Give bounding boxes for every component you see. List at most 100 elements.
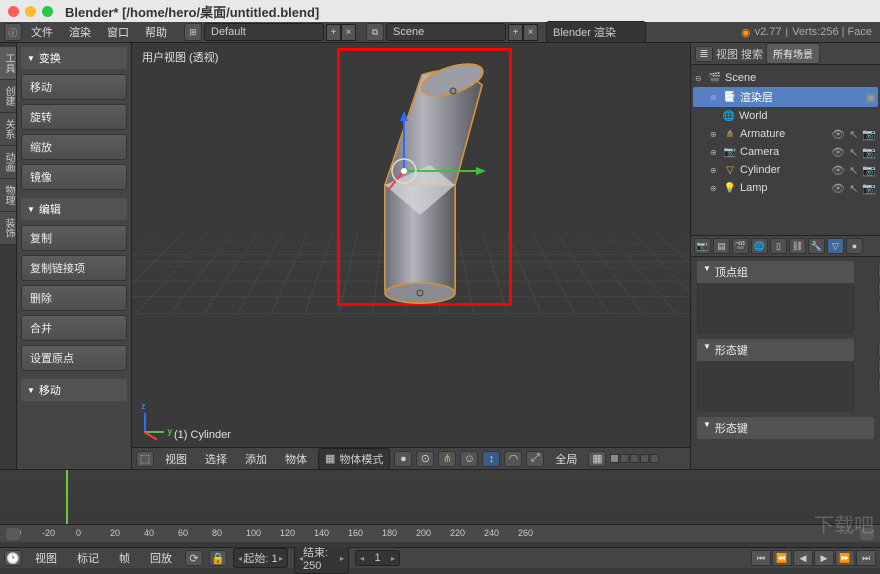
- tree-item-renderlayers[interactable]: ⊕ 📑 渲染层 ▣: [693, 87, 878, 107]
- mesh-cylinder[interactable]: [350, 55, 510, 318]
- tl-menu-view[interactable]: 视图: [28, 548, 64, 568]
- sync-icon[interactable]: ⟳: [185, 550, 203, 566]
- tab-tools[interactable]: 工具: [0, 47, 16, 80]
- prop-tab-scene[interactable]: 🎬: [732, 238, 749, 254]
- outliner-view-menu[interactable]: 视图: [716, 46, 738, 62]
- monkey-icon[interactable]: ☺: [460, 451, 478, 467]
- layout-delete-button[interactable]: ×: [341, 24, 356, 41]
- prop-tab-material[interactable]: ●: [846, 238, 863, 254]
- maximize-icon[interactable]: [42, 6, 53, 17]
- editor-type-icon[interactable]: ⓘ: [4, 23, 22, 41]
- eye-icon[interactable]: 👁: [831, 182, 845, 195]
- jump-start-button[interactable]: ⏮: [751, 550, 771, 566]
- cursor-icon[interactable]: ↖: [849, 146, 858, 159]
- tab-grease[interactable]: 装饰: [0, 212, 16, 245]
- close-icon[interactable]: [8, 6, 19, 17]
- shape-keys-list[interactable]: [697, 361, 854, 411]
- manipulator-scale-icon[interactable]: ⤢: [526, 451, 544, 467]
- rotate-button[interactable]: 旋转: [21, 104, 127, 130]
- prop-tab-modifiers[interactable]: 🔧: [808, 238, 825, 254]
- render-engine-dropdown[interactable]: Blender 渲染: [546, 21, 646, 43]
- screen-layout-dropdown[interactable]: Default: [204, 23, 324, 41]
- timeline-track[interactable]: [0, 470, 880, 524]
- render-icon[interactable]: 📷: [862, 128, 876, 141]
- tree-item-lamp[interactable]: ⊕ 💡 Lamp 👁↖📷: [693, 179, 878, 197]
- set-origin-button[interactable]: 设置原点: [21, 345, 127, 371]
- tree-item-camera[interactable]: ⊕ 📷 Camera 👁↖📷: [693, 143, 878, 161]
- layers-icon[interactable]: ▦: [588, 451, 606, 467]
- pivot-icon[interactable]: ⊙: [416, 451, 434, 467]
- prop-tab-render[interactable]: 📷: [694, 238, 711, 254]
- scene-add-button[interactable]: +: [508, 24, 523, 41]
- prop-tab-object[interactable]: ▯: [770, 238, 787, 254]
- manipulator-translate-icon[interactable]: ↕: [482, 451, 500, 467]
- keyframe-prev-button[interactable]: ⏪: [772, 550, 792, 566]
- timeline-editor-icon[interactable]: 🕐: [4, 550, 22, 566]
- outliner-editor-icon[interactable]: ≣: [695, 46, 713, 62]
- tree-item-armature[interactable]: ⊕ ⋔ Armature 👁↖📷: [693, 125, 878, 143]
- tab-create[interactable]: 创建: [0, 80, 16, 113]
- timeline-ruler[interactable]: -40 -20 0 20 40 60 80 100 120 140 160 18…: [0, 524, 880, 542]
- eye-icon[interactable]: 👁: [831, 164, 845, 177]
- history-section-header[interactable]: 移动: [21, 379, 127, 401]
- render-icon[interactable]: 📷: [862, 164, 876, 177]
- tl-menu-playback[interactable]: 回放: [143, 548, 179, 568]
- outliner-tree[interactable]: ⊖🎬 Scene ⊕ 📑 渲染层 ▣ 🌐 World ⊕ ⋔ Armature …: [691, 65, 880, 235]
- orientation-dropdown[interactable]: 全局: [548, 449, 584, 469]
- bone-icon[interactable]: ⋔: [438, 451, 456, 467]
- shape-keys-header-2[interactable]: 形态键: [697, 417, 874, 439]
- hscroll-grip[interactable]: [6, 528, 20, 540]
- vp-menu-object[interactable]: 物体: [278, 449, 314, 469]
- prop-tab-data[interactable]: ▽: [827, 238, 844, 254]
- menu-help[interactable]: 帮助: [138, 22, 174, 42]
- keyframe-next-button[interactable]: ⏩: [835, 550, 855, 566]
- lock-icon[interactable]: 🔒: [209, 550, 227, 566]
- tab-physics[interactable]: 物理: [0, 179, 16, 212]
- image-icon[interactable]: ▣: [866, 91, 876, 104]
- manipulator-rotate-icon[interactable]: ◠: [504, 451, 522, 467]
- edit-section-header[interactable]: 编辑: [21, 198, 127, 220]
- tree-scene[interactable]: ⊖🎬 Scene: [693, 69, 878, 87]
- scale-button[interactable]: 缩放: [21, 134, 127, 160]
- vp-menu-add[interactable]: 添加: [238, 449, 274, 469]
- current-frame-input[interactable]: ◂1▸: [355, 550, 400, 566]
- jump-end-button[interactable]: ⏭: [856, 550, 876, 566]
- mirror-button[interactable]: 镜像: [21, 164, 127, 190]
- minimize-icon[interactable]: [25, 6, 36, 17]
- layout-back-icon[interactable]: ⊞: [184, 23, 202, 41]
- menu-window[interactable]: 窗口: [100, 22, 136, 42]
- tab-relations[interactable]: 关系: [0, 113, 16, 146]
- tl-menu-marker[interactable]: 标记: [70, 548, 106, 568]
- 3d-viewport[interactable]: 用户视图 (透视): [132, 43, 690, 469]
- menu-file[interactable]: 文件: [24, 22, 60, 42]
- prop-tab-world[interactable]: 🌐: [751, 238, 768, 254]
- tl-menu-frame[interactable]: 帧: [112, 548, 137, 568]
- tab-animation[interactable]: 动画: [0, 146, 16, 179]
- cursor-icon[interactable]: ↖: [849, 128, 858, 141]
- start-frame-input[interactable]: ◂起始: 1▸: [233, 548, 288, 568]
- prop-tab-renderlayers[interactable]: ▤: [713, 238, 730, 254]
- duplicate-button[interactable]: 复制: [21, 225, 127, 251]
- render-icon[interactable]: 📷: [862, 182, 876, 195]
- play-reverse-button[interactable]: ◀: [793, 550, 813, 566]
- shading-solid-icon[interactable]: ●: [394, 451, 412, 467]
- prop-tab-constraints[interactable]: ⛓: [789, 238, 806, 254]
- vertex-groups-list[interactable]: [697, 283, 854, 333]
- editor-type-icon[interactable]: ⬚: [136, 451, 154, 467]
- translate-button[interactable]: 移动: [21, 74, 127, 100]
- layer-buttons[interactable]: [610, 454, 659, 463]
- playhead[interactable]: [66, 470, 68, 524]
- tree-item-world[interactable]: 🌐 World: [693, 107, 878, 125]
- scene-browse-icon[interactable]: ⧉: [366, 23, 384, 41]
- eye-icon[interactable]: 👁: [831, 128, 845, 141]
- outliner-filter-dropdown[interactable]: 所有场景: [766, 43, 820, 64]
- eye-icon[interactable]: 👁: [831, 146, 845, 159]
- cursor-icon[interactable]: ↖: [849, 182, 858, 195]
- shape-keys-header[interactable]: 形态键: [697, 339, 854, 361]
- vp-menu-view[interactable]: 视图: [158, 449, 194, 469]
- transform-section-header[interactable]: 变换: [21, 47, 127, 69]
- render-icon[interactable]: 📷: [862, 146, 876, 159]
- layout-add-button[interactable]: +: [326, 24, 341, 41]
- delete-button[interactable]: 删除: [21, 285, 127, 311]
- duplicate-linked-button[interactable]: 复制链接项: [21, 255, 127, 281]
